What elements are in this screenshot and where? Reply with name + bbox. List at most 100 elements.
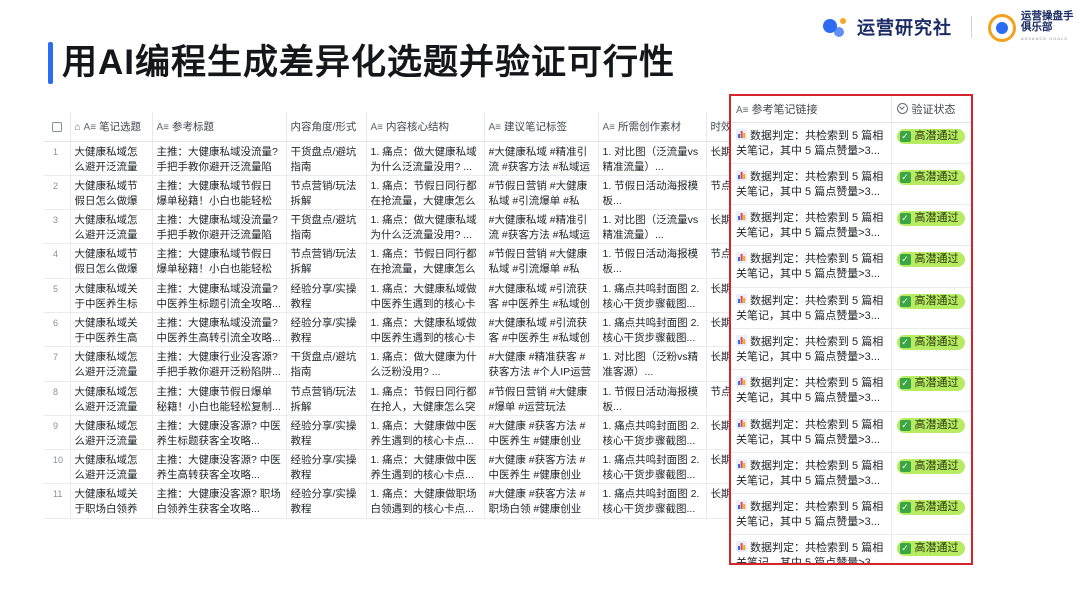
cell-structure[interactable]: 1. 痛点：做大健康私域为什么泛流量没用? ... — [366, 209, 485, 245]
header-angle[interactable]: 内容角度/形式 — [286, 113, 367, 142]
cell-timing[interactable]: 节点 — [706, 243, 730, 279]
cell-status[interactable]: ✓ 高潜通过 — [891, 287, 971, 329]
cell-ref-title[interactable]: 主推：大健康没客源? 中医养生高转获客全攻略... — [152, 449, 287, 485]
cell-structure[interactable]: 1. 痛点：大健康做中医养生遇到的核心卡点... — [366, 449, 485, 485]
validation-row[interactable]: 数据判定：共检索到 5 篇相关笔记，其中 5 篇点赞量>3... ✓ 高潜通过 — [731, 328, 971, 371]
table-row[interactable]: 7大健康私域怎么避开泛流量精...主推：大健康行业没客源?手把手教你避开泛粉陷阱… — [44, 346, 730, 382]
cell-angle[interactable]: 干货盘点/避坑指南 — [286, 346, 367, 382]
cell-topic[interactable]: 大健康私域怎么避开泛流量精... — [70, 209, 153, 245]
table-row[interactable]: 1大健康私域怎么避开泛流量精...主推：大健康私域没流量?手把手教你避开泛流量陷… — [44, 141, 730, 176]
cell-material[interactable]: 1. 节假日活动海报模板... — [598, 381, 707, 416]
header-ref-link[interactable]: A≡ 参考笔记链接 — [731, 96, 892, 123]
cell-tags[interactable]: #大健康 #获客方法 #中医养生 #健康创业 — [484, 449, 599, 485]
cell-timing[interactable]: 长期 — [706, 346, 730, 382]
cell-ref-title[interactable]: 主推：大健康私域没流量?中医养生标题引流全攻略... — [152, 278, 287, 313]
cell-structure[interactable]: 1. 痛点：大健康做职场白领遇到的核心卡点... — [366, 483, 485, 519]
cell-timing[interactable]: 长期 — [706, 312, 730, 348]
table-row[interactable]: 11大健康私域关于职场白领养生...主推：大健康没客源? 职场白领养生获客全攻略… — [44, 483, 730, 519]
validation-row[interactable]: 数据判定：共检索到 5 篇相关笔记，其中 5 篇点赞量>3... ✓ 高潜通过 — [731, 493, 971, 536]
validation-row[interactable]: 数据判定：共检索到 5 篇相关笔记，其中 5 篇点赞量>3... ✓ 高潜通过 — [731, 163, 971, 206]
cell-material[interactable]: 1. 痛点共鸣封面图 2. 核心干货步骤截图... — [598, 312, 707, 348]
table-row[interactable]: 10大健康私域怎么避开泛流量精...主推：大健康没客源? 中医养生高转获客全攻略… — [44, 449, 730, 485]
cell-material[interactable]: 1. 节假日活动海报模板... — [598, 175, 707, 211]
cell-status[interactable]: ✓ 高潜通过 — [891, 369, 971, 412]
cell-ref-link[interactable]: 数据判定：共检索到 5 篇相关笔记，其中 5 篇点赞量>3... — [731, 411, 892, 453]
cell-timing[interactable]: 长期 — [706, 449, 730, 485]
cell-status[interactable]: ✓ 高潜通过 — [891, 245, 971, 288]
header-structure[interactable]: A≡ 内容核心结构 — [366, 113, 485, 142]
cell-ref-title[interactable]: 主推：大健康私域没流量?手把手教你避开泛流量陷阱... — [152, 209, 287, 245]
cell-structure[interactable]: 1. 痛点：做大健康为什么泛粉没用? ... — [366, 346, 485, 382]
cell-tags[interactable]: #大健康 #获客方法 #中医养生 #健康创业 — [484, 415, 599, 451]
cell-tags[interactable]: #大健康 #获客方法 #职场白领 #健康创业 — [484, 483, 599, 519]
cell-tags[interactable]: #节假日营销 #大健康私域 #引流爆单 #私域... — [484, 175, 599, 211]
cell-tags[interactable]: #大健康私域 #精准引流 #获客方法 #私域运营 — [484, 209, 599, 245]
cell-timing[interactable]: 节点 — [706, 381, 730, 416]
cell-material[interactable]: 1. 痛点共鸣封面图 2. 核心干货步骤截图... — [598, 449, 707, 485]
cell-structure[interactable]: 1. 痛点：大健康私域做中医养生遇到的核心卡点... — [366, 312, 485, 348]
cell-timing[interactable]: 长期 — [706, 209, 730, 245]
cell-material[interactable]: 1. 对比图（泛流量vs精准流量）... — [598, 209, 707, 245]
cell-ref-link[interactable]: 数据判定：共检索到 5 篇相关笔记，其中 5 篇点赞量>3... — [731, 452, 892, 495]
cell-topic[interactable]: 大健康私域怎么避开泛流量精... — [70, 449, 153, 485]
cell-angle[interactable]: 节点营销/玩法拆解 — [286, 175, 367, 211]
table-row[interactable]: 4大健康私域节假日怎么做爆单...主推：大健康私域节假日爆单秘籍！小白也能轻松复… — [44, 243, 730, 279]
cell-tags[interactable]: #大健康私域 #引流获客 #中医养生 #私域创业 — [484, 278, 599, 313]
cell-ref-title[interactable]: 主推：大健康私域没流量?手把手教你避开泛流量陷阱... — [152, 141, 287, 176]
cell-status[interactable]: ✓ 高潜通过 — [891, 534, 971, 563]
cell-ref-title[interactable]: 主推：大健康没客源? 职场白领养生获客全攻略... — [152, 483, 287, 519]
cell-ref-title[interactable]: 主推：大健康私域节假日爆单秘籍！小白也能轻松复制... — [152, 243, 287, 279]
cell-status[interactable]: ✓ 高潜通过 — [891, 163, 971, 206]
cell-tags[interactable]: #大健康 #精准获客 #获客方法 #个人IP运营 — [484, 346, 599, 382]
cell-ref-title[interactable]: 主推：大健康节假日爆单秘籍！小白也能轻松复制... — [152, 381, 287, 416]
cell-angle[interactable]: 干货盘点/避坑指南 — [286, 141, 367, 176]
cell-ref-link[interactable]: 数据判定：共检索到 5 篇相关笔记，其中 5 篇点赞量>3... — [731, 328, 892, 371]
cell-tags[interactable]: #节假日营销 #大健康私域 #引流爆单 #私域... — [484, 243, 599, 279]
table-row[interactable]: 5大健康私域关于中医养生标题...主推：大健康私域没流量?中医养生标题引流全攻略… — [44, 278, 730, 313]
cell-structure[interactable]: 1. 痛点：大健康私域做中医养生遇到的核心卡点... — [366, 278, 485, 313]
cell-ref-link[interactable]: 数据判定：共检索到 5 篇相关笔记，其中 5 篇点赞量>3... — [731, 369, 892, 412]
header-status[interactable]: 验证状态 — [891, 96, 971, 123]
cell-structure[interactable]: 1. 痛点：节假日同行都在抢流量，大健康怎么突... — [366, 175, 485, 211]
table-row[interactable]: 9大健康私域怎么避开泛流量精...主推：大健康没客源? 中医养生标题获客全攻略.… — [44, 415, 730, 451]
cell-topic[interactable]: 大健康私域怎么避开泛流量精... — [70, 415, 153, 451]
cell-ref-title[interactable]: 主推：大健康行业没客源?手把手教你避开泛粉陷阱... — [152, 346, 287, 382]
cell-angle[interactable]: 节点营销/玩法拆解 — [286, 243, 367, 279]
cell-topic[interactable]: 大健康私域怎么避开泛流量精... — [70, 381, 153, 416]
validation-row[interactable]: 数据判定：共检索到 5 篇相关笔记，其中 5 篇点赞量>3... ✓ 高潜通过 — [731, 204, 971, 247]
cell-topic[interactable]: 大健康私域关于职场白领养生... — [70, 483, 153, 519]
cell-status[interactable]: ✓ 高潜通过 — [891, 122, 971, 164]
cell-topic[interactable]: 大健康私域节假日怎么做爆单... — [70, 175, 153, 211]
cell-ref-title[interactable]: 主推：大健康私域节假日爆单秘籍！小白也能轻松复制... — [152, 175, 287, 211]
cell-material[interactable]: 1. 痛点共鸣封面图 2. 核心干货步骤截图... — [598, 278, 707, 313]
cell-tags[interactable]: #大健康私域 #精准引流 #获客方法 #私域运营 — [484, 141, 599, 176]
cell-ref-link[interactable]: 数据判定：共检索到 5 篇相关笔记，其中 5 篇点赞量>3... — [731, 204, 892, 247]
cell-ref-link[interactable]: 数据判定：共检索到 5 篇相关笔记，其中 5 篇点赞量>3... — [731, 122, 892, 164]
validation-row[interactable]: 数据判定：共检索到 5 篇相关笔记，其中 5 篇点赞量>3... ✓ 高潜通过 — [731, 534, 971, 563]
table-row[interactable]: 2大健康私域节假日怎么做爆单...主推：大健康私域节假日爆单秘籍！小白也能轻松复… — [44, 175, 730, 211]
cell-angle[interactable]: 节点营销/玩法拆解 — [286, 381, 367, 416]
table-row[interactable]: 8大健康私域怎么避开泛流量精...主推：大健康节假日爆单秘籍！小白也能轻松复制.… — [44, 381, 730, 416]
cell-angle[interactable]: 经验分享/实操教程 — [286, 415, 367, 451]
cell-status[interactable]: ✓ 高潜通过 — [891, 493, 971, 536]
cell-structure[interactable]: 1. 痛点：做大健康私域为什么泛流量没用? ... — [366, 141, 485, 176]
cell-material[interactable]: 1. 节假日活动海报模板... — [598, 243, 707, 279]
cell-material[interactable]: 1. 痛点共鸣封面图 2. 核心干货步骤截图... — [598, 415, 707, 451]
cell-tags[interactable]: #大健康私域 #引流获客 #中医养生 #私域创业 — [484, 312, 599, 348]
cell-timing[interactable]: 长期 — [706, 141, 730, 176]
cell-timing[interactable]: 长期 — [706, 415, 730, 451]
cell-status[interactable]: ✓ 高潜通过 — [891, 452, 971, 495]
validation-row[interactable]: 数据判定：共检索到 5 篇相关笔记，其中 5 篇点赞量>3... ✓ 高潜通过 — [731, 452, 971, 495]
cell-ref-link[interactable]: 数据判定：共检索到 5 篇相关笔记，其中 5 篇点赞量>3... — [731, 534, 892, 563]
cell-timing[interactable]: 长期 — [706, 483, 730, 519]
cell-ref-title[interactable]: 主推：大健康私域没流量?中医养生高转引流全攻略... — [152, 312, 287, 348]
cell-status[interactable]: ✓ 高潜通过 — [891, 411, 971, 453]
cell-material[interactable]: 1. 痛点共鸣封面图 2. 核心干货步骤截图... — [598, 483, 707, 519]
table-row[interactable]: 3大健康私域怎么避开泛流量精...主推：大健康私域没流量?手把手教你避开泛流量陷… — [44, 209, 730, 245]
cell-topic[interactable]: 大健康私域关于中医养生高转... — [70, 312, 153, 348]
cell-ref-title[interactable]: 主推：大健康没客源? 中医养生标题获客全攻略... — [152, 415, 287, 451]
cell-angle[interactable]: 经验分享/实操教程 — [286, 278, 367, 313]
cell-ref-link[interactable]: 数据判定：共检索到 5 篇相关笔记，其中 5 篇点赞量>3... — [731, 287, 892, 329]
cell-ref-link[interactable]: 数据判定：共检索到 5 篇相关笔记，其中 5 篇点赞量>3... — [731, 493, 892, 536]
table-row[interactable]: 6大健康私域关于中医养生高转...主推：大健康私域没流量?中医养生高转引流全攻略… — [44, 312, 730, 348]
